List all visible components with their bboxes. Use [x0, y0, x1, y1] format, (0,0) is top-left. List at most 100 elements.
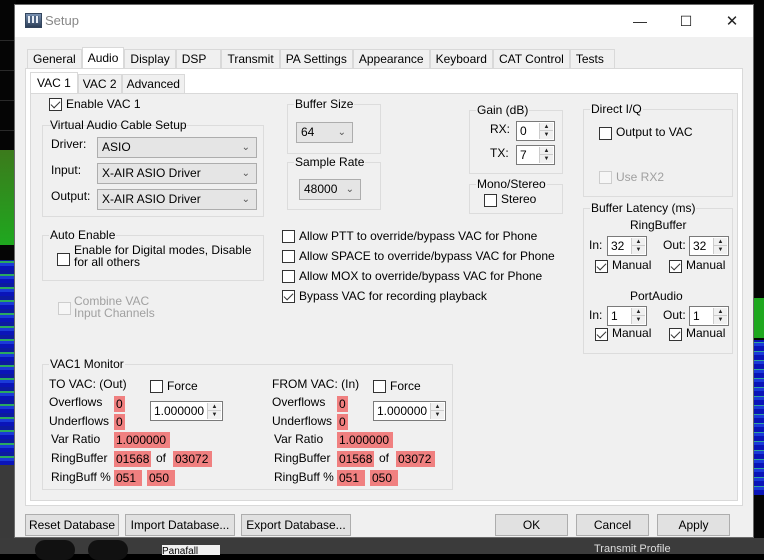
from-vac-force-spinner[interactable]: 1.000000 ▲ ▼ — [373, 401, 446, 421]
reset-database-button[interactable]: Reset Database — [25, 514, 119, 536]
allow-ptt-checkbox[interactable] — [282, 230, 295, 243]
combine-vac-checkbox[interactable] — [58, 302, 71, 315]
direct-iq-title: Direct I/Q — [590, 102, 643, 116]
spin-down-icon[interactable]: ▼ — [208, 411, 221, 419]
export-database-button[interactable]: Export Database... — [241, 514, 351, 536]
gain-rx-spinner[interactable]: 0 ▲ ▼ — [516, 121, 555, 141]
main-tabs: General Audio Display DSP Transmit PA Se… — [27, 47, 615, 70]
spin-up-icon[interactable]: ▲ — [540, 123, 553, 131]
use-rx2-checkbox[interactable] — [599, 171, 612, 184]
ringbuffer-in-manual-checkbox[interactable] — [595, 260, 608, 273]
tab-vac1[interactable]: VAC 1 — [30, 72, 78, 93]
close-button[interactable]: ✕ — [709, 5, 755, 37]
portaudio-out-manual-checkbox[interactable] — [669, 328, 682, 341]
import-database-button[interactable]: Import Database... — [125, 514, 235, 536]
buffer-size-value: 64 — [301, 125, 315, 139]
spin-up-icon[interactable]: ▲ — [714, 308, 727, 316]
title-bar: Setup — ☐ ✕ — [15, 5, 753, 37]
to-vac-of-label: of — [156, 451, 167, 465]
chevron-down-icon: ⌄ — [241, 194, 250, 205]
input-device-value: X-AIR ASIO Driver — [102, 166, 201, 180]
use-rx2-label: Use RX2 — [616, 170, 665, 184]
to-vac-ringbuff-pct-label: RingBuff % — [51, 470, 111, 484]
from-vac-force-checkbox[interactable] — [373, 380, 386, 393]
spin-down-icon[interactable]: ▼ — [431, 411, 444, 419]
ringbuffer-in-label: In: — [589, 238, 603, 252]
spin-up-icon[interactable]: ▲ — [714, 238, 727, 246]
spin-up-icon[interactable]: ▲ — [208, 403, 221, 411]
auto-enable-group: Auto Enable Enable for Digital modes, Di… — [42, 228, 264, 281]
allow-space-label: Allow SPACE to override/bypass VAC for P… — [299, 249, 555, 263]
output-device-value: X-AIR ASIO Driver — [102, 192, 201, 206]
from-vac-underflows-label: Underflows — [272, 414, 333, 428]
cancel-button[interactable]: Cancel — [576, 514, 649, 536]
tab-pa-settings[interactable]: PA Settings — [279, 49, 353, 69]
spin-down-icon[interactable]: ▼ — [540, 155, 553, 163]
maximize-button[interactable]: ☐ — [663, 5, 709, 37]
allow-mox-checkbox[interactable] — [282, 270, 295, 283]
buffer-size-select[interactable]: 64 ⌄ — [296, 122, 353, 143]
portaudio-out-spinner[interactable]: 1 ▲ ▼ — [689, 306, 729, 326]
spin-down-icon[interactable]: ▼ — [540, 131, 553, 139]
input-device-select[interactable]: X-AIR ASIO Driver ⌄ — [97, 163, 257, 184]
spin-up-icon[interactable]: ▲ — [431, 403, 444, 411]
mono-stereo-group: Mono/Stereo Stereo — [469, 177, 563, 214]
minimize-button[interactable]: — — [617, 5, 663, 37]
output-to-vac-checkbox[interactable] — [599, 127, 612, 140]
sample-rate-title: Sample Rate — [294, 155, 366, 169]
output-to-vac-label: Output to VAC — [616, 125, 693, 139]
tab-audio[interactable]: Audio — [81, 47, 125, 70]
to-vac-force-spinner[interactable]: 1.000000 ▲ ▼ — [150, 401, 223, 421]
to-vac-ringbuffer-size: 03072 — [173, 451, 213, 467]
apply-button[interactable]: Apply — [657, 514, 730, 536]
tab-keyboard[interactable]: Keyboard — [429, 49, 493, 69]
from-vac-force-label: Force — [390, 379, 421, 393]
output-device-select[interactable]: X-AIR ASIO Driver ⌄ — [97, 189, 257, 210]
tab-cat-control[interactable]: CAT Control — [492, 49, 570, 69]
spin-down-icon[interactable]: ▼ — [714, 246, 727, 254]
spin-down-icon[interactable]: ▼ — [714, 316, 727, 324]
from-vac-ringbuffer-size: 03072 — [396, 451, 436, 467]
vac-setup-title: Virtual Audio Cable Setup — [50, 118, 187, 132]
enable-vac1-checkbox[interactable] — [49, 98, 62, 111]
chevron-down-icon: ⌄ — [241, 168, 250, 179]
vac-setup-group: Virtual Audio Cable Setup Driver: ASIO ⌄ … — [42, 118, 264, 217]
from-vac-underflows-value: 0 — [337, 414, 348, 430]
from-vac-ringbuff-pct-b: 050 — [370, 470, 399, 486]
ringbuffer-out-spinner[interactable]: 32 ▲ ▼ — [689, 236, 729, 256]
to-vac-force-value: 1.000000 — [154, 404, 205, 418]
tab-tests[interactable]: Tests — [569, 49, 615, 69]
gain-title: Gain (dB) — [476, 103, 530, 117]
spin-up-icon[interactable]: ▲ — [632, 308, 645, 316]
tab-transmit[interactable]: Transmit — [221, 49, 280, 69]
to-vac-overflows-label: Overflows — [49, 395, 103, 409]
tab-vac2[interactable]: VAC 2 — [77, 74, 122, 93]
ringbuffer-out-manual-checkbox[interactable] — [669, 260, 682, 273]
tab-advanced[interactable]: Advanced — [121, 74, 185, 93]
auto-enable-digital-checkbox[interactable] — [57, 253, 70, 266]
portaudio-in-manual-checkbox[interactable] — [595, 328, 608, 341]
spin-up-icon[interactable]: ▲ — [540, 147, 553, 155]
enable-vac1-label: Enable VAC 1 — [66, 97, 141, 111]
spin-up-icon[interactable]: ▲ — [632, 238, 645, 246]
to-vac-force-checkbox[interactable] — [150, 380, 163, 393]
sample-rate-select[interactable]: 48000 ⌄ — [299, 179, 361, 200]
stereo-checkbox[interactable] — [484, 194, 497, 207]
ringbuffer-in-value: 32 — [611, 239, 625, 253]
spin-down-icon[interactable]: ▼ — [632, 246, 645, 254]
from-vac-ringbuffer-used: 01568 — [337, 451, 375, 467]
spin-down-icon[interactable]: ▼ — [632, 316, 645, 324]
portaudio-in-spinner[interactable]: 1 ▲ ▼ — [607, 306, 647, 326]
tab-general[interactable]: General — [27, 49, 82, 69]
bypass-vac-recording-checkbox[interactable] — [282, 290, 295, 303]
ringbuffer-in-spinner[interactable]: 32 ▲ ▼ — [607, 236, 647, 256]
allow-space-checkbox[interactable] — [282, 250, 295, 263]
tab-appearance[interactable]: Appearance — [352, 49, 430, 69]
tab-dsp[interactable]: DSP — [175, 49, 222, 69]
driver-select[interactable]: ASIO ⌄ — [97, 137, 257, 158]
ok-button[interactable]: OK — [495, 514, 568, 536]
tab-display[interactable]: Display — [124, 49, 176, 69]
to-vac-overflows-value: 0 — [114, 396, 125, 412]
chevron-down-icon: ⌄ — [241, 142, 250, 153]
gain-tx-spinner[interactable]: 7 ▲ ▼ — [516, 145, 555, 165]
